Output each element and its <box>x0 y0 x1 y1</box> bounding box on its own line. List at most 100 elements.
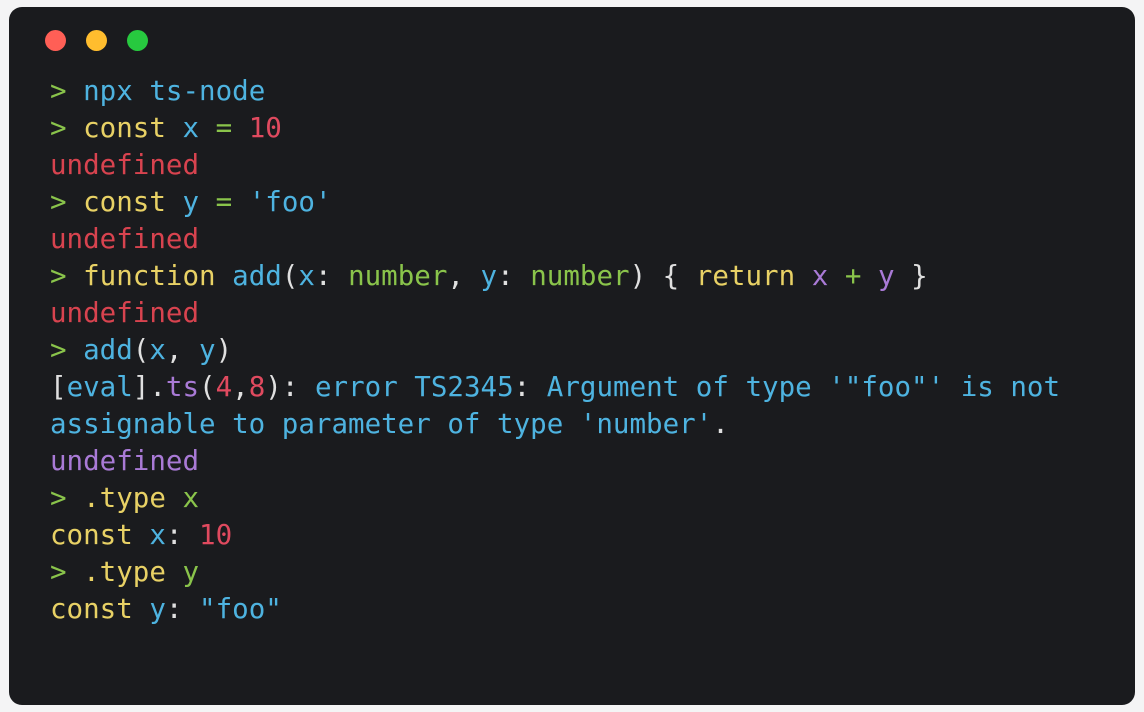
terminal-token: undefined <box>50 297 200 329</box>
minimize-button[interactable] <box>86 29 107 51</box>
terminal-token: ( <box>132 334 150 366</box>
terminal-line: > const y = 'foo' <box>50 184 1135 221</box>
terminal-token: y <box>182 556 200 588</box>
terminal-line: > add(x, y) <box>50 332 1135 369</box>
terminal-token: y <box>877 260 895 292</box>
terminal-token: > <box>50 75 84 107</box>
terminal-line: > function add(x: number, y: number) { r… <box>50 258 1135 295</box>
terminal-token: assignable to parameter of type 'number' <box>50 408 713 440</box>
terminal-line: undefined <box>50 147 1135 184</box>
terminal-token: y <box>480 260 498 292</box>
terminal-token: > <box>50 482 84 514</box>
terminal-line: undefined <box>50 295 1135 332</box>
terminal-token: undefined <box>50 445 200 477</box>
terminal-token: y <box>182 186 200 218</box>
terminal-token: error TS2345 <box>314 371 514 403</box>
terminal-token: = <box>215 186 233 218</box>
terminal-token: x <box>298 260 315 292</box>
terminal-line: > .type x <box>50 480 1135 517</box>
terminal-line: const y: "foo" <box>50 591 1135 628</box>
terminal-token: , <box>447 260 481 292</box>
terminal-token: > <box>50 334 84 366</box>
close-button[interactable] <box>45 29 66 51</box>
terminal-token: .type <box>83 482 166 514</box>
terminal-token: eval <box>66 371 133 403</box>
terminal-token: const <box>50 593 133 625</box>
terminal-token: : <box>165 519 200 551</box>
terminal-token: + <box>844 260 862 292</box>
terminal-token: : <box>165 593 200 625</box>
terminal-token: : <box>497 260 531 292</box>
terminal-token: x <box>182 482 200 514</box>
terminal-line: > const x = 10 <box>50 110 1135 147</box>
terminal-token: 10 <box>248 112 282 144</box>
terminal-token: x <box>811 260 829 292</box>
terminal-console-output[interactable]: > npx ts-node > const x = 10 undefined > co… <box>9 73 1135 628</box>
terminal-token: const <box>83 186 166 218</box>
terminal-token: . <box>712 408 729 440</box>
terminal-token: Argument of type '"foo"' is not <box>546 371 1061 403</box>
terminal-token: } <box>894 260 928 292</box>
terminal-token: number <box>348 260 448 292</box>
terminal-token: ) { <box>629 260 696 292</box>
terminal-token: ]. <box>132 371 166 403</box>
terminal-line: undefined <box>50 221 1135 258</box>
terminal-token: = <box>215 112 233 144</box>
terminal-token: number <box>530 260 630 292</box>
terminal-token: npx ts-node <box>83 75 266 107</box>
terminal-token: function <box>83 260 216 292</box>
terminal-line: > .type y <box>50 554 1135 591</box>
terminal-token: > <box>50 186 84 218</box>
terminal-token: ) <box>215 334 233 366</box>
terminal-window: > npx ts-node > const x = 10 undefined > co… <box>9 7 1135 705</box>
terminal-token: : <box>314 260 349 292</box>
terminal-token: x <box>149 519 166 551</box>
terminal-token: : <box>513 371 547 403</box>
terminal-token: x <box>182 112 200 144</box>
terminal-titlebar <box>9 7 1135 73</box>
terminal-token: add <box>232 260 282 292</box>
terminal-token: > <box>50 112 84 144</box>
terminal-token: ( <box>281 260 299 292</box>
terminal-line: undefined <box>50 443 1135 480</box>
terminal-token: return <box>695 260 796 292</box>
terminal-token: , <box>165 334 200 366</box>
terminal-line: > npx ts-node <box>50 73 1135 110</box>
terminal-token: 8 <box>248 371 266 403</box>
terminal-token: undefined <box>50 149 200 181</box>
terminal-token: undefined <box>50 223 200 255</box>
terminal-token: x <box>149 334 166 366</box>
maximize-button[interactable] <box>127 29 148 51</box>
terminal-line: assignable to parameter of type 'number'… <box>50 406 1135 443</box>
terminal-token: "foo" <box>199 593 282 625</box>
terminal-token: y <box>199 334 216 366</box>
terminal-token: .type <box>83 556 166 588</box>
terminal-line: const x: 10 <box>50 517 1135 554</box>
terminal-token: ts <box>165 371 200 403</box>
terminal-token: add <box>83 334 133 366</box>
terminal-token: ): <box>265 371 315 403</box>
terminal-token: 4 <box>215 371 233 403</box>
terminal-token: y <box>149 593 166 625</box>
terminal-token: const <box>83 112 166 144</box>
terminal-token: 10 <box>199 519 233 551</box>
terminal-token: 'foo' <box>248 186 332 218</box>
terminal-token: , <box>232 371 249 403</box>
terminal-line: [eval].ts(4,8): error TS2345: Argument o… <box>50 369 1135 406</box>
terminal-token: > <box>50 556 84 588</box>
terminal-token: const <box>50 519 133 551</box>
terminal-token: > <box>50 260 84 292</box>
